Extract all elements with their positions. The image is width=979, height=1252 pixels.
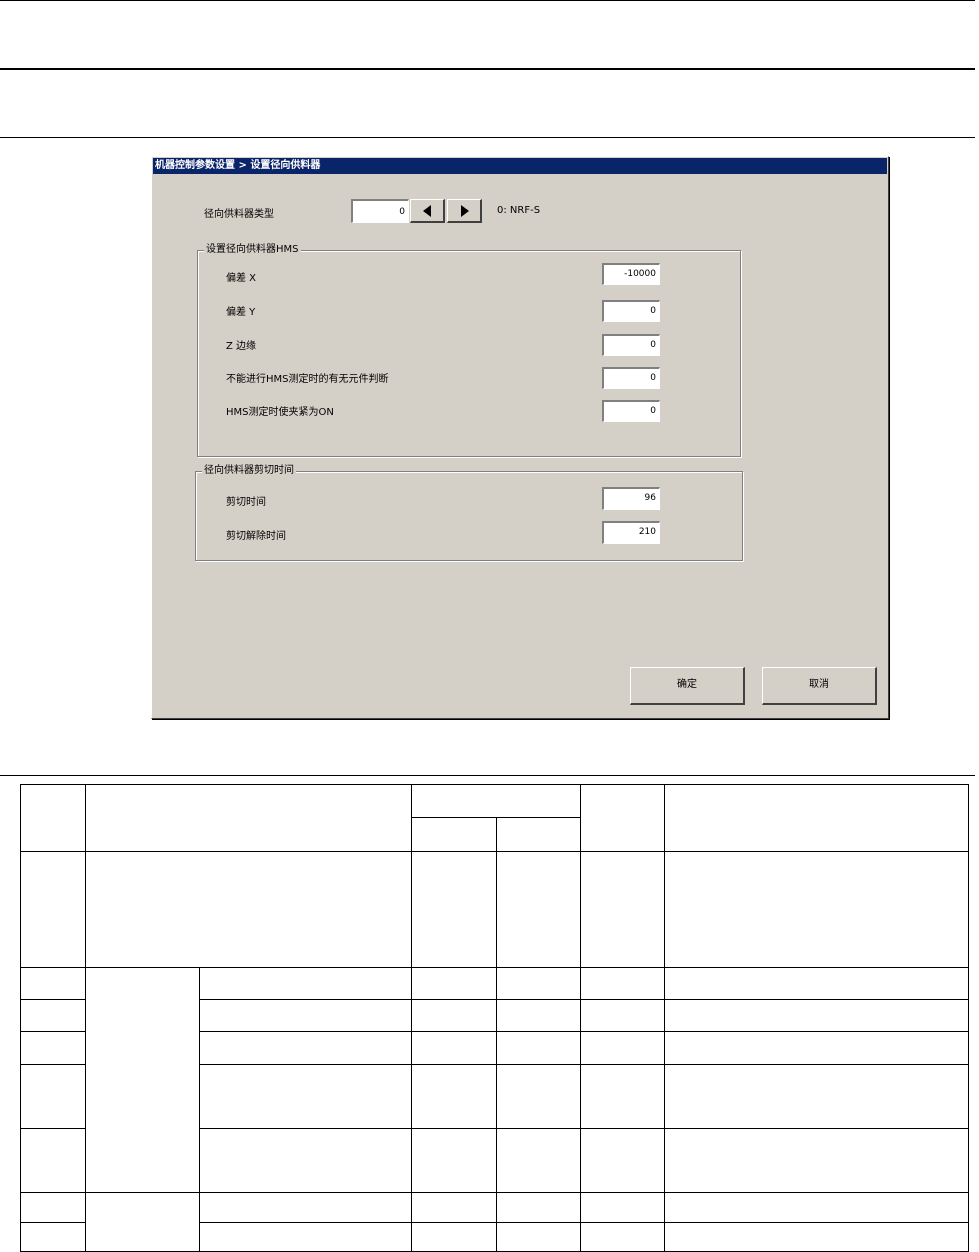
- table-cell: [664, 999, 969, 1032]
- table-cell: [20, 1031, 86, 1065]
- cancel-button[interactable]: 取消: [762, 667, 877, 705]
- table-cell: [199, 1064, 412, 1129]
- hms-clamp-on-field[interactable]: 0: [602, 400, 660, 422]
- table-cell: [199, 1222, 412, 1252]
- hms-clamp-on-label: HMS测定时使夹紧为ON: [226, 407, 334, 418]
- parameter-table: [20, 784, 969, 1252]
- table-group-cell: [85, 967, 200, 1193]
- table-cell: [199, 967, 412, 1000]
- offset-x-label: 偏差 X: [226, 273, 257, 284]
- table-header-cell: [496, 817, 581, 852]
- table-header-cell: [411, 784, 581, 818]
- table-cell: [85, 851, 412, 968]
- table-header-cell: [664, 784, 969, 852]
- table-cell: [411, 999, 497, 1032]
- hms-group-title: 设置径向供料器HMS: [204, 244, 301, 256]
- table-cell: [411, 967, 497, 1000]
- hms-fail-judgment-field[interactable]: 0: [602, 367, 660, 389]
- feeder-type-label: 径向供料器类型: [204, 209, 274, 220]
- hms-fail-judgment-label: 不能进行HMS测定时的有无元件判断: [226, 374, 389, 385]
- table-cell: [496, 1064, 581, 1129]
- cut-time-label: 剪切时间: [226, 497, 266, 508]
- table-rule: [0, 775, 975, 776]
- arrow-right-icon: [461, 205, 469, 217]
- next-type-button[interactable]: [447, 199, 482, 223]
- table-cell: [199, 1192, 412, 1223]
- table-cell: [20, 1064, 86, 1129]
- table-cell: [580, 1128, 665, 1193]
- table-group-cell: [85, 1192, 200, 1252]
- feeder-type-description: 0: NRF-S: [497, 205, 541, 216]
- table-cell: [20, 967, 86, 1000]
- cut-release-time-label: 剪切解除时间: [226, 531, 286, 542]
- dialog-title: 机器控制参数设置 > 设置径向供料器: [153, 158, 887, 174]
- table-cell: [496, 1222, 581, 1252]
- table-cell: [411, 1128, 497, 1193]
- table-cell: [664, 1031, 969, 1065]
- ok-button[interactable]: 确定: [630, 667, 745, 705]
- arrow-left-icon: [423, 205, 431, 217]
- table-cell: [496, 1031, 581, 1065]
- table-cell: [664, 1222, 969, 1252]
- table-cell: [496, 1192, 581, 1223]
- table-cell: [580, 1192, 665, 1223]
- table-header-cell: [85, 784, 412, 852]
- z-edge-label: Z 边缘: [226, 341, 257, 352]
- hms-group: 设置径向供料器HMS 偏差 X -10000 偏差 Y 0 Z 边缘 0 不能进…: [197, 244, 741, 457]
- cut-release-time-field[interactable]: 210: [602, 521, 660, 544]
- table-cell: [496, 1128, 581, 1193]
- table-cell: [580, 851, 665, 968]
- offset-y-field[interactable]: 0: [602, 300, 660, 322]
- table-cell: [20, 1192, 86, 1223]
- offset-x-field[interactable]: -10000: [602, 263, 660, 285]
- table-cell: [20, 851, 86, 968]
- section-rule: [0, 137, 975, 138]
- table-cell: [580, 999, 665, 1032]
- table-header-cell: [20, 784, 86, 852]
- table-cell: [496, 967, 581, 1000]
- cut-time-group: 径向供料器剪切时间 剪切时间 96 剪切解除时间 210: [195, 465, 743, 561]
- table-cell: [20, 1128, 86, 1193]
- table-cell: [496, 851, 581, 968]
- table-header-cell: [580, 784, 665, 852]
- z-edge-field[interactable]: 0: [602, 334, 660, 356]
- prev-type-button[interactable]: [410, 199, 445, 223]
- offset-y-label: 偏差 Y: [226, 307, 256, 318]
- table-cell: [664, 967, 969, 1000]
- table-cell: [580, 1064, 665, 1129]
- table-cell: [496, 999, 581, 1032]
- feeder-settings-dialog: 机器控制参数设置 > 设置径向供料器 径向供料器类型 0 0: NRF-S 设置…: [151, 156, 889, 719]
- table-cell: [664, 851, 969, 968]
- header-rule: [0, 68, 975, 70]
- table-cell: [411, 851, 497, 968]
- table-cell: [411, 1064, 497, 1129]
- table-cell: [580, 1222, 665, 1252]
- table-cell: [411, 1192, 497, 1223]
- table-cell: [411, 1031, 497, 1065]
- table-header-cell: [411, 817, 497, 852]
- table-cell: [199, 999, 412, 1032]
- table-cell: [20, 1222, 86, 1252]
- table-cell: [664, 1192, 969, 1223]
- table-cell: [580, 1031, 665, 1065]
- table-cell: [411, 1222, 497, 1252]
- table-cell: [199, 1128, 412, 1193]
- table-cell: [199, 1031, 412, 1065]
- top-rule: [0, 0, 975, 1]
- table-cell: [580, 967, 665, 1000]
- table-cell: [664, 1128, 969, 1193]
- cut-time-field[interactable]: 96: [602, 487, 660, 510]
- table-cell: [664, 1064, 969, 1129]
- table-cell: [20, 999, 86, 1032]
- cut-time-group-title: 径向供料器剪切时间: [202, 465, 296, 477]
- feeder-type-field[interactable]: 0: [351, 199, 409, 223]
